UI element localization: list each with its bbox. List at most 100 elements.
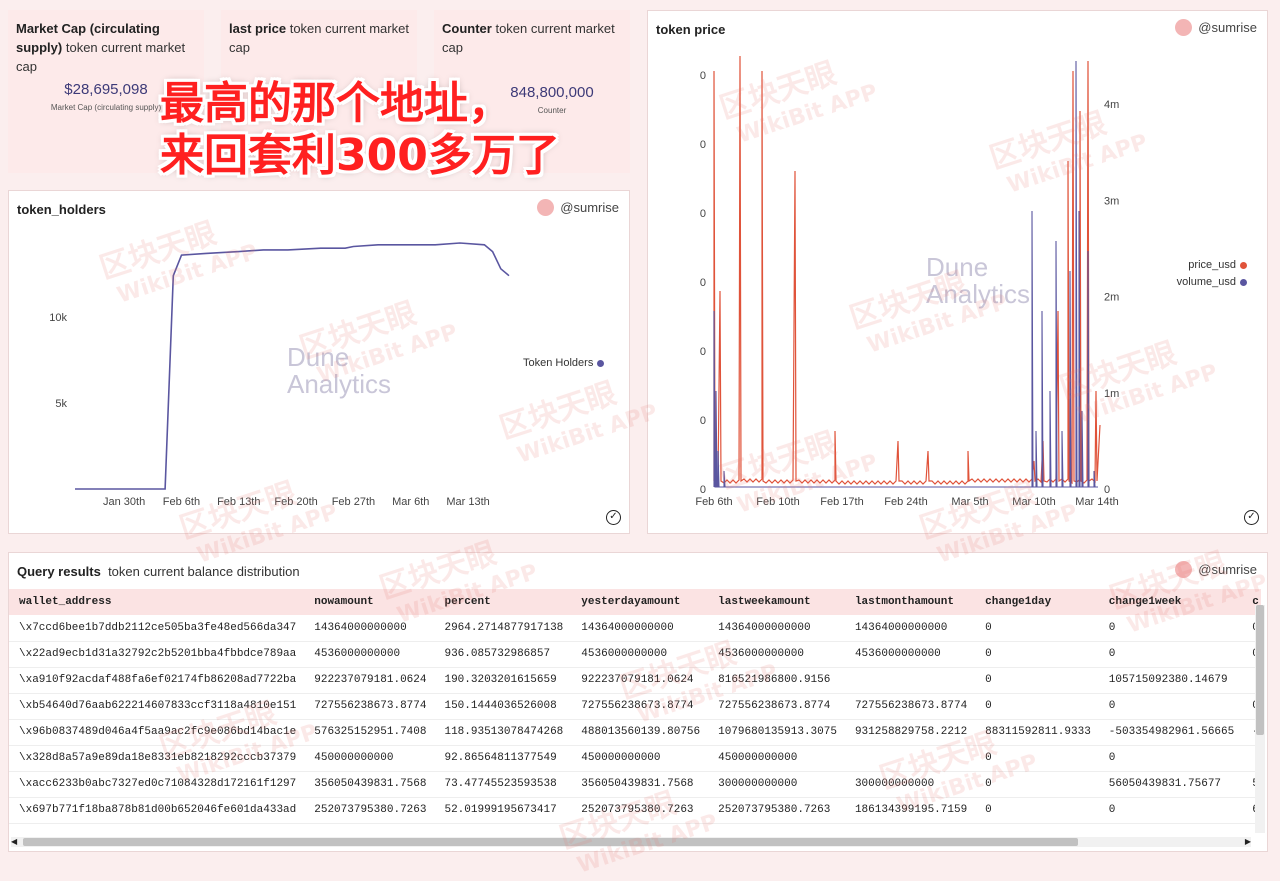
legend-price-usd[interactable]: price_usd: [1188, 259, 1247, 271]
table-cell: 105715092380.14679: [1098, 667, 1243, 694]
y-left-tick-label: 0: [700, 346, 706, 358]
x-tick-label: Feb 27th: [332, 496, 375, 508]
table-cell: 922237079181.0624: [571, 667, 709, 694]
table-row[interactable]: \x96b0837489d046a4f5aa9ac2fc9e086bd14bac…: [9, 719, 1261, 746]
overlay-caption: 最高的那个地址， 来回套利300多万了: [160, 78, 560, 182]
table-cell: 4536000000000: [708, 641, 845, 668]
column-header[interactable]: yesterdayamount: [571, 589, 709, 615]
check-icon[interactable]: ✓: [1244, 510, 1259, 525]
kpi-title: Counter token current market cap: [442, 21, 615, 55]
table-cell: 450000000000: [708, 745, 845, 772]
table-row[interactable]: \x22ad9ecb1d31a32792c2b5201bba4fbbdce789…: [9, 641, 1261, 668]
table-cell: [844, 745, 976, 772]
x-tick-label: Feb 17th: [820, 496, 863, 508]
table-cell: 0: [975, 667, 1099, 694]
legend-token-holders[interactable]: Token Holders: [523, 357, 605, 369]
table-cell: 488013560139.80756: [571, 719, 709, 746]
table-cell: 4536000000000: [304, 641, 435, 668]
x-tick-label: Feb 24th: [884, 496, 927, 508]
table-cell: 0: [1098, 797, 1243, 824]
legend-volume-usd[interactable]: volume_usd: [1177, 276, 1247, 288]
legend-dot: [1240, 261, 1247, 269]
table-cell: 14364000000000: [708, 615, 845, 642]
table-cell: 252073795380.7263: [708, 797, 845, 824]
table-cell: 356050439831.7568: [304, 771, 435, 798]
table-cell: \xacc6233b0abc7327ed0c71084328d172161f12…: [9, 771, 305, 798]
table-row[interactable]: \xb54640d76aab622214607833ccf3118a4810e1…: [9, 693, 1261, 720]
table-cell: 14364000000000: [304, 615, 435, 642]
table-cell: 450000000000: [304, 745, 435, 772]
table-row[interactable]: \x328d8a57a9e89da18e8331eb8218292cccb373…: [9, 745, 1261, 772]
table-cell: 73.47745523593538: [434, 771, 572, 798]
table-cell: 190.3203201615659: [434, 667, 572, 694]
table-cell: [844, 667, 976, 694]
legend-label: volume_usd: [1176, 276, 1236, 288]
author-name: @sumrise: [1198, 562, 1257, 577]
token-price-panel: token price @sumrise Dune Analytics 0000…: [647, 10, 1268, 534]
y-left-tick-label: 0: [700, 208, 706, 220]
table-cell: \xb54640d76aab622214607833ccf3118a4810e1…: [9, 693, 305, 720]
table-cell: \xa910f92acdaf488fa6ef02174fb86208ad7722…: [9, 667, 305, 694]
table-cell: 816521986800.9156: [708, 667, 845, 694]
column-header[interactable]: lastmonthamount: [844, 589, 976, 615]
table-cell: 356050439831.7568: [571, 771, 709, 798]
table-cell: 186134399195.7159: [844, 797, 976, 824]
check-icon[interactable]: ✓: [606, 510, 621, 525]
vertical-scrollbar[interactable]: [1255, 605, 1265, 833]
horizontal-scrollbar[interactable]: ◀ ▶: [11, 837, 1251, 847]
panel-title: Query results token current balance dist…: [17, 564, 300, 579]
avatar: [1175, 561, 1193, 578]
y-right-tick-label: 4m: [1104, 99, 1119, 111]
table-cell: 88311592811.9333: [975, 719, 1099, 746]
table-cell: 0: [1098, 615, 1243, 642]
table-cell: 727556238673.8774: [844, 693, 976, 720]
y-left-tick-label: 0: [700, 277, 706, 289]
table-cell: 300000000000: [844, 771, 976, 798]
table-cell: 0: [975, 797, 1099, 824]
table-cell: 0: [975, 693, 1099, 720]
table-cell: 14364000000000: [844, 615, 976, 642]
table-cell: 0: [975, 745, 1099, 772]
y-tick-label: 5k: [55, 398, 67, 410]
table-cell: -503354982961.56665: [1098, 719, 1243, 746]
table-cell: 150.1444036526008: [434, 693, 572, 720]
legend-label: Token Holders: [523, 357, 594, 369]
table-cell: 0: [1098, 693, 1243, 720]
table-row[interactable]: \xacc6233b0abc7327ed0c71084328d172161f12…: [9, 771, 1261, 798]
vertical-scrollbar-thumb[interactable]: [1256, 605, 1264, 735]
author-badge[interactable]: @sumrise: [1175, 561, 1257, 578]
table-cell: \x7ccd6bee1b7ddb2112ce505ba3fe48ed566da3…: [9, 615, 305, 642]
table-row[interactable]: \x7ccd6bee1b7ddb2112ce505ba3fe48ed566da3…: [9, 615, 1261, 642]
results-table-container[interactable]: wallet_address nowamount percent yesterdaya…: [9, 589, 1261, 847]
x-tick-label: Mar 14th: [1075, 496, 1118, 508]
horizontal-scrollbar-thumb[interactable]: [23, 838, 1078, 846]
column-header[interactable]: nowamount: [304, 589, 435, 615]
column-header[interactable]: wallet_address: [9, 589, 305, 615]
table-row[interactable]: \xa910f92acdaf488fa6ef02174fb86208ad7722…: [9, 667, 1261, 694]
table-cell: 0: [975, 641, 1099, 668]
logo-text-dune: Dune: [926, 252, 988, 282]
legend-dot: [597, 359, 605, 367]
column-header[interactable]: percent: [434, 589, 572, 615]
y-right-tick-label: 0: [1104, 484, 1110, 496]
results-table: wallet_address nowamount percent yesterdaya…: [9, 589, 1261, 824]
token-holders-panel: token_holders @sumrise Dune Analytics 5k…: [8, 190, 630, 534]
table-row[interactable]: \x697b771f18ba878b81d00b652046fe601da433…: [9, 797, 1261, 824]
table-cell: \x96b0837489d046a4f5aa9ac2fc9e086bd14bac…: [9, 719, 305, 746]
column-header[interactable]: lastweekamount: [708, 589, 845, 615]
table-header-row: wallet_address nowamount percent yesterdaya…: [9, 589, 1261, 615]
table-cell: 4536000000000: [571, 641, 709, 668]
scroll-right-arrow-icon[interactable]: ▶: [1245, 837, 1251, 847]
x-tick-label: Feb 6th: [695, 496, 732, 508]
table-cell: \x22ad9ecb1d31a32792c2b5201bba4fbbdce789…: [9, 641, 305, 668]
scroll-left-arrow-icon[interactable]: ◀: [11, 837, 17, 847]
y-right-tick-label: 1m: [1104, 388, 1119, 400]
table-cell: 56050439831.75677: [1098, 771, 1243, 798]
x-tick-label: Feb 13th: [217, 496, 260, 508]
column-header[interactable]: change1week: [1098, 589, 1243, 615]
column-header[interactable]: change1day: [975, 589, 1099, 615]
table-cell: 2964.2714877917138: [434, 615, 572, 642]
x-tick-label: Feb 20th: [274, 496, 317, 508]
table-cell: 727556238673.8774: [708, 693, 845, 720]
y-left-tick-label: 0: [700, 484, 706, 496]
